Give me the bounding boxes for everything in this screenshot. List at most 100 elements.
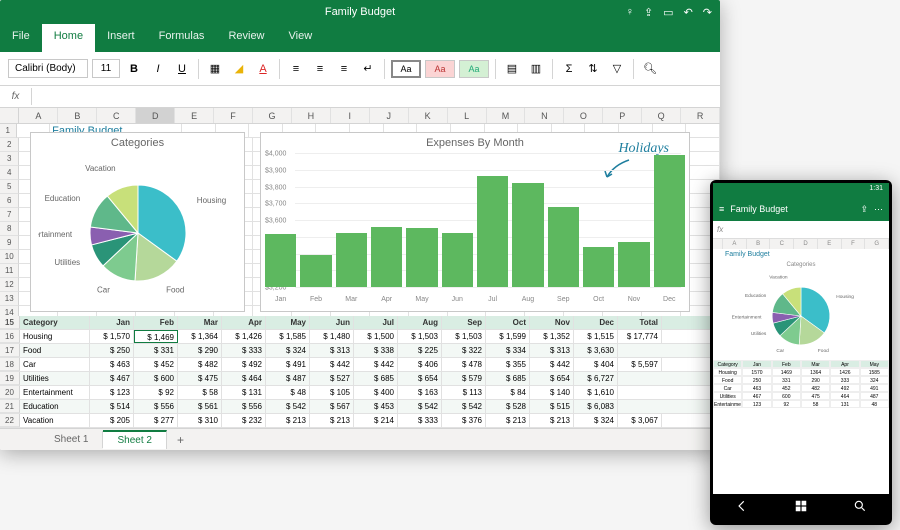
- share-icon[interactable]: ⇪: [644, 6, 653, 19]
- search-icon[interactable]: [853, 499, 867, 518]
- find-button[interactable]: 🔍︎: [640, 59, 660, 79]
- share-icon[interactable]: ⇪: [860, 204, 868, 215]
- mobile-data-table: CategoryJanFebMarAprMayHousing1570146913…: [713, 360, 889, 408]
- autosum-button[interactable]: Σ: [559, 59, 579, 79]
- mobile-title: Family Budget: [730, 204, 854, 214]
- bar-Feb: [300, 255, 331, 287]
- font-color-button[interactable]: A: [253, 59, 273, 79]
- formula-input[interactable]: [32, 88, 720, 105]
- tab-insert[interactable]: Insert: [95, 24, 147, 52]
- column-headers: ABCDEFGHIJKLMNOPQR: [0, 108, 720, 124]
- undo-icon[interactable]: ↶: [684, 6, 693, 19]
- col-header-G[interactable]: G: [253, 108, 292, 123]
- mobile-time: 1:31: [869, 185, 883, 195]
- sort-button[interactable]: ⇅: [583, 59, 603, 79]
- insert-cells-button[interactable]: ▤: [502, 59, 522, 79]
- col-header-M[interactable]: M: [487, 108, 526, 123]
- col-header-N[interactable]: N: [525, 108, 564, 123]
- col-header-E[interactable]: E: [175, 108, 214, 123]
- border-button[interactable]: ▦: [205, 59, 225, 79]
- mobile-screen: 1:31 ≡ Family Budget ⇪ ⋯ fx ABCDEFG Fami…: [713, 183, 889, 522]
- add-sheet-button[interactable]: +: [167, 430, 194, 450]
- col-header-R[interactable]: R: [681, 108, 720, 123]
- grid-area[interactable]: ABCDEFGHIJKLMNOPQR 1Family Budget2345678…: [0, 108, 720, 428]
- col-header-L[interactable]: L: [448, 108, 487, 123]
- svg-text:Food: Food: [818, 348, 829, 354]
- redo-icon[interactable]: ↷: [703, 6, 712, 19]
- cell-style-2[interactable]: Aa: [425, 60, 455, 78]
- sheet-tab-2[interactable]: Sheet 2: [103, 430, 166, 449]
- col-header-A[interactable]: A: [19, 108, 58, 123]
- tab-file[interactable]: File: [0, 24, 42, 52]
- select-all-corner[interactable]: [0, 108, 19, 123]
- col-header-O[interactable]: O: [564, 108, 603, 123]
- bold-button[interactable]: B: [124, 59, 144, 79]
- cell-style-3[interactable]: Aa: [459, 60, 489, 78]
- col-header-F[interactable]: F: [214, 108, 253, 123]
- mobile-formula-bar[interactable]: fx: [713, 221, 889, 239]
- italic-button[interactable]: I: [148, 59, 168, 79]
- filter-button[interactable]: ▽: [607, 59, 627, 79]
- col-header-C[interactable]: C: [97, 108, 136, 123]
- lightbulb-icon[interactable]: ♀: [626, 6, 634, 18]
- tab-review[interactable]: Review: [216, 24, 276, 52]
- sheet-tab-1[interactable]: Sheet 1: [40, 431, 103, 448]
- col-header-H[interactable]: H: [292, 108, 331, 123]
- ribbon-tabs: File Home Insert Formulas Review View: [0, 24, 720, 52]
- svg-text:Utilities: Utilities: [54, 258, 80, 267]
- tab-home[interactable]: Home: [42, 24, 95, 52]
- bar-Jun: [442, 233, 473, 287]
- excel-desktop-window: Family Budget ♀ ⇪ ▭ ↶ ↷ File Home Insert…: [0, 0, 720, 450]
- mobile-statusbar: 1:31: [713, 183, 889, 197]
- bar-Jan: [265, 234, 296, 287]
- mobile-grid[interactable]: ABCDEFG Family Budget Categories Housing…: [713, 239, 889, 494]
- svg-text:Entertainment: Entertainment: [732, 314, 763, 320]
- svg-text:Education: Education: [745, 293, 767, 299]
- tab-view[interactable]: View: [277, 24, 325, 52]
- formula-bar: fx: [0, 86, 720, 108]
- fx-label: fx: [0, 88, 32, 105]
- bar-Mar: [336, 233, 367, 287]
- underline-button[interactable]: U: [172, 59, 192, 79]
- app-title: Family Budget: [325, 6, 395, 18]
- col-header-J[interactable]: J: [370, 108, 409, 123]
- align-left-button[interactable]: ≡: [286, 59, 306, 79]
- cell-style-1[interactable]: Aa: [391, 60, 421, 78]
- bar-Aug: [512, 183, 543, 287]
- toolbar: Calibri (Body) 11 B I U ▦ ◢ A ≡ ≡ ≡ ↵ Aa…: [0, 52, 720, 86]
- col-header-P[interactable]: P: [603, 108, 642, 123]
- book-icon[interactable]: ▭: [663, 6, 673, 19]
- pie-chart-svg: HousingFoodCarUtilitiesEntertainmentEduc…: [38, 153, 238, 303]
- col-header-D[interactable]: D: [136, 108, 175, 123]
- font-size-select[interactable]: 11: [92, 59, 120, 78]
- more-icon[interactable]: ⋯: [874, 204, 883, 215]
- svg-text:Housing: Housing: [196, 196, 225, 205]
- pie-chart[interactable]: Categories HousingFoodCarUtilitiesEntert…: [30, 132, 245, 312]
- align-right-button[interactable]: ≡: [334, 59, 354, 79]
- hamburger-icon[interactable]: ≡: [719, 204, 724, 214]
- bar-Nov: [618, 242, 649, 287]
- col-header-I[interactable]: I: [331, 108, 370, 123]
- bar-Dec: [654, 155, 685, 287]
- font-name-select[interactable]: Calibri (Body): [8, 59, 88, 78]
- svg-text:Car: Car: [776, 348, 784, 354]
- title-bar-actions: ♀ ⇪ ▭ ↶ ↷: [626, 6, 712, 19]
- windows-icon[interactable]: [794, 499, 808, 518]
- bar-chart[interactable]: Expenses By Month Holidays $3,200$3,300$…: [260, 132, 690, 312]
- svg-text:Vacation: Vacation: [85, 164, 116, 173]
- bar-Jul: [477, 176, 508, 287]
- delete-cells-button[interactable]: ▥: [526, 59, 546, 79]
- bar-May: [406, 228, 437, 287]
- svg-text:Utilities: Utilities: [751, 331, 767, 337]
- fill-color-button[interactable]: ◢: [229, 59, 249, 79]
- bar-Oct: [583, 247, 614, 287]
- align-center-button[interactable]: ≡: [310, 59, 330, 79]
- back-icon[interactable]: [735, 499, 749, 518]
- wrap-text-button[interactable]: ↵: [358, 59, 378, 79]
- svg-text:Housing: Housing: [836, 294, 854, 300]
- col-header-Q[interactable]: Q: [642, 108, 681, 123]
- bar-Sep: [548, 207, 579, 287]
- col-header-B[interactable]: B: [58, 108, 97, 123]
- col-header-K[interactable]: K: [409, 108, 448, 123]
- tab-formulas[interactable]: Formulas: [147, 24, 217, 52]
